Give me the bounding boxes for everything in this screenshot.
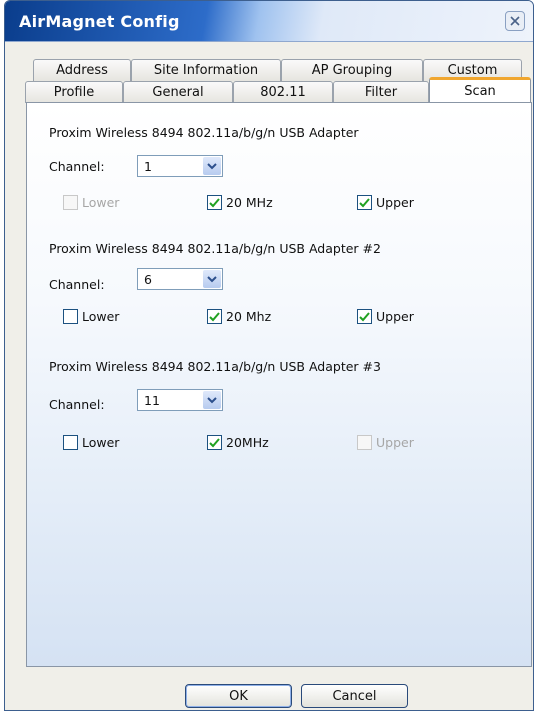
channel-select[interactable]: 11	[137, 389, 223, 411]
tab-ap-grouping[interactable]: AP Grouping	[281, 59, 423, 81]
checkbox-label: Upper	[376, 435, 414, 450]
checkbox-box[interactable]	[357, 309, 372, 324]
tab-site-information[interactable]: Site Information	[131, 59, 281, 81]
tab-label: Scan	[464, 83, 496, 99]
dropdown-arrow[interactable]	[203, 391, 221, 409]
checkbox-box[interactable]	[207, 435, 222, 450]
checkbox-label: Lower	[82, 195, 120, 210]
20mhz-checkbox[interactable]: 20 Mhz	[207, 309, 271, 324]
tab-strip: Address Site Information AP Grouping Cus…	[5, 41, 533, 103]
channel-value: 1	[144, 159, 152, 174]
adapter-name: Proxim Wireless 8494 802.11a/b/g/n USB A…	[49, 241, 381, 256]
channel-value: 6	[144, 272, 152, 287]
channel-label: Channel:	[49, 159, 105, 174]
checkbox-box[interactable]	[63, 309, 78, 324]
checkbox-label: Upper	[376, 195, 414, 210]
cancel-button[interactable]: Cancel	[301, 684, 408, 708]
checkbox-label: Lower	[82, 435, 120, 450]
20mhz-checkbox[interactable]: 20 MHz	[207, 195, 273, 210]
channel-label: Channel:	[49, 277, 105, 292]
upper-checkbox[interactable]: Upper	[357, 195, 414, 210]
upper-checkbox[interactable]: Upper	[357, 309, 414, 324]
tab-label: Address	[56, 63, 108, 78]
checkbox-box[interactable]	[63, 195, 78, 210]
checkbox-box[interactable]	[357, 195, 372, 210]
window-title: AirMagnet Config	[19, 12, 180, 31]
checkbox-label: Upper	[376, 309, 414, 324]
tab-label: Site Information	[153, 63, 259, 78]
checkbox-label: 20MHz	[226, 435, 269, 450]
dropdown-arrow[interactable]	[203, 270, 221, 288]
checkbox-box[interactable]	[357, 435, 372, 450]
close-button[interactable]	[505, 11, 525, 31]
check-icon	[209, 311, 220, 321]
check-icon	[209, 437, 220, 447]
ok-button[interactable]: OK	[185, 684, 292, 708]
tab-profile[interactable]: Profile	[25, 81, 123, 103]
check-icon	[359, 197, 370, 207]
cancel-label: Cancel	[332, 688, 377, 704]
tab-label: General	[152, 85, 204, 100]
check-icon	[209, 197, 220, 207]
checkbox-label: 20 MHz	[226, 195, 273, 210]
tab-label: Profile	[53, 85, 95, 100]
upper-checkbox[interactable]: Upper	[357, 435, 414, 450]
scan-panel: Proxim Wireless 8494 802.11a/b/g/n USB A…	[26, 102, 532, 667]
channel-label: Channel:	[49, 397, 105, 412]
check-icon	[359, 311, 370, 321]
tab-label: AP Grouping	[311, 63, 393, 78]
lower-checkbox[interactable]: Lower	[63, 195, 119, 210]
title-bar[interactable]: AirMagnet Config	[5, 1, 533, 42]
tab-label: Filter	[364, 85, 398, 100]
checkbox-box[interactable]	[63, 435, 78, 450]
tab-general[interactable]: General	[123, 81, 233, 103]
tab-filter[interactable]: Filter	[333, 81, 429, 103]
tab-802-11[interactable]: 802.11	[233, 81, 333, 103]
chevron-down-icon	[207, 397, 217, 404]
adapter-name: Proxim Wireless 8494 802.11a/b/g/n USB A…	[49, 359, 381, 374]
checkbox-label: Lower	[82, 309, 120, 324]
ok-label: OK	[229, 688, 248, 704]
tab-address[interactable]: Address	[33, 59, 131, 81]
20mhz-checkbox[interactable]: 20MHz	[207, 435, 269, 450]
checkbox-box[interactable]	[207, 195, 222, 210]
chevron-down-icon	[207, 276, 217, 283]
dropdown-arrow[interactable]	[203, 157, 221, 175]
lower-checkbox[interactable]: Lower	[63, 435, 119, 450]
tab-scan[interactable]: Scan	[429, 77, 531, 103]
checkbox-label: 20 Mhz	[226, 309, 272, 324]
channel-select[interactable]: 1	[137, 155, 223, 177]
config-dialog: AirMagnet Config Address Site Informatio…	[4, 0, 534, 711]
checkbox-box[interactable]	[207, 309, 222, 324]
tab-label: Custom	[447, 63, 498, 78]
close-icon	[510, 16, 520, 26]
chevron-down-icon	[207, 163, 217, 170]
channel-value: 11	[144, 393, 160, 408]
channel-select[interactable]: 6	[137, 268, 223, 290]
adapter-name: Proxim Wireless 8494 802.11a/b/g/n USB A…	[49, 125, 359, 140]
tab-label: 802.11	[260, 85, 306, 100]
lower-checkbox[interactable]: Lower	[63, 309, 119, 324]
